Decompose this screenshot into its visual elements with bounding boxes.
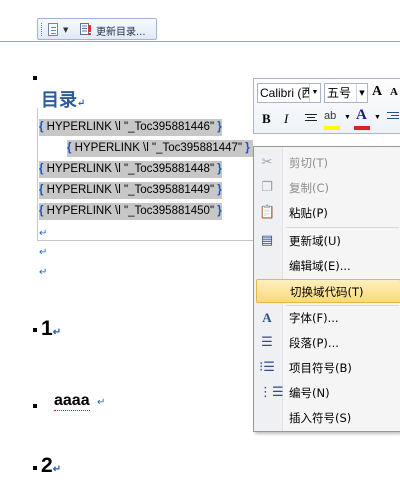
paragraph-bullet [33,404,37,408]
font-name-select[interactable]: Calibri (西 ▼ [257,83,321,103]
numbering-icon: ⋮☰ [259,385,284,400]
grow-font-button[interactable]: A [372,84,382,100]
chevron-down-icon[interactable]: ▼ [374,114,381,121]
align-center-icon[interactable] [305,114,317,124]
menu-item-paste[interactable]: 📋 粘贴(P) [256,201,400,225]
mini-format-toolbar: Calibri (西 ▼ 五号 ▼ A A B I ab ▼ A ▼ [253,78,400,134]
copy-icon: ❐ [261,180,273,195]
italic-button[interactable]: I [284,111,288,127]
menu-item-font[interactable]: A 字体(F)... [256,306,400,330]
paragraph-mark: ↵ [52,464,62,475]
paste-icon: 📋 [259,205,276,220]
toc-field-code-line[interactable]: { HYPERLINK \l "_Toc395881450" } [39,203,222,220]
update-toc-icon[interactable] [80,23,92,36]
highlight-color-swatch [324,126,340,130]
toc-control-toolbar: ▼ 更新目录... [37,18,157,40]
heading-1[interactable]: 1↵ [41,317,61,341]
paragraph-bullet [33,466,37,470]
menu-item-toggle-field-codes[interactable]: 切换域代码(T) [256,279,400,303]
toc-field-code-line[interactable]: { HYPERLINK \l "_Toc395881449" } [39,182,222,199]
body-text[interactable]: aaaa [54,392,90,411]
toc-field-code-line[interactable]: { HYPERLINK \l "_Toc395881447" } [67,140,253,157]
heading-2[interactable]: 2↵ [41,454,61,478]
paragraph-mark: ↵ [52,327,62,338]
bold-button[interactable]: B [262,111,271,127]
font-icon: A [262,310,272,325]
toc-field-code-line[interactable]: { HYPERLINK \l "_Toc395881448" } [39,161,222,178]
paragraph-mark: ↵ [97,397,106,408]
chevron-down-icon[interactable]: ▼ [63,26,68,34]
paragraph-mark: ↵ [39,247,48,258]
context-menu: ✂ 剪切(T) ❐ 复制(C) 📋 粘贴(P) ▤ 更新域(U) 编辑域(E).… [253,146,400,432]
menu-item-insert-symbol[interactable]: 插入符号(S) [256,406,400,430]
paragraph-bullet [33,328,37,332]
chevron-down-icon[interactable]: ▼ [356,84,367,102]
header-rule [0,41,400,42]
toc-field-code-line[interactable]: { HYPERLINK \l "_Toc395881446" } [39,119,222,136]
font-size-select[interactable]: 五号 ▼ [324,83,368,103]
font-color-swatch [354,126,370,130]
toc-document-icon[interactable] [48,23,58,36]
indent-icon[interactable] [387,112,399,124]
paragraph-bullet [33,76,37,80]
menu-item-numbering[interactable]: ⋮☰ 编号(N) [256,381,400,405]
chevron-down-icon[interactable]: ▼ [344,114,351,121]
paragraph-mark: ↵ [39,267,48,278]
menu-item-update-field[interactable]: ▤ 更新域(U) [256,229,400,253]
bullets-icon: ⁝☰ [259,360,275,375]
scissors-icon: ✂ [261,155,273,170]
menu-item-paragraph[interactable]: ☰ 段落(P)... [256,331,400,355]
toolbar-grip-icon[interactable] [41,23,44,36]
menu-item-edit-field[interactable]: 编辑域(E)... [256,254,400,278]
shrink-font-button[interactable]: A [390,86,398,98]
menu-separator [286,227,399,228]
paragraph-mark: ↵ [39,228,48,239]
highlight-button[interactable]: ab [324,110,336,122]
paragraph-icon: ☰ [261,335,273,350]
menu-item-copy[interactable]: ❐ 复制(C) [256,176,400,200]
update-field-icon: ▤ [260,233,274,248]
chevron-down-icon[interactable]: ▼ [309,84,320,102]
menu-item-bullets[interactable]: ⁝☰ 项目符号(B) [256,356,400,380]
update-toc-button[interactable]: 更新目录... [96,23,146,38]
menu-item-cut[interactable]: ✂ 剪切(T) [256,151,400,175]
font-color-button[interactable]: A [356,107,367,124]
